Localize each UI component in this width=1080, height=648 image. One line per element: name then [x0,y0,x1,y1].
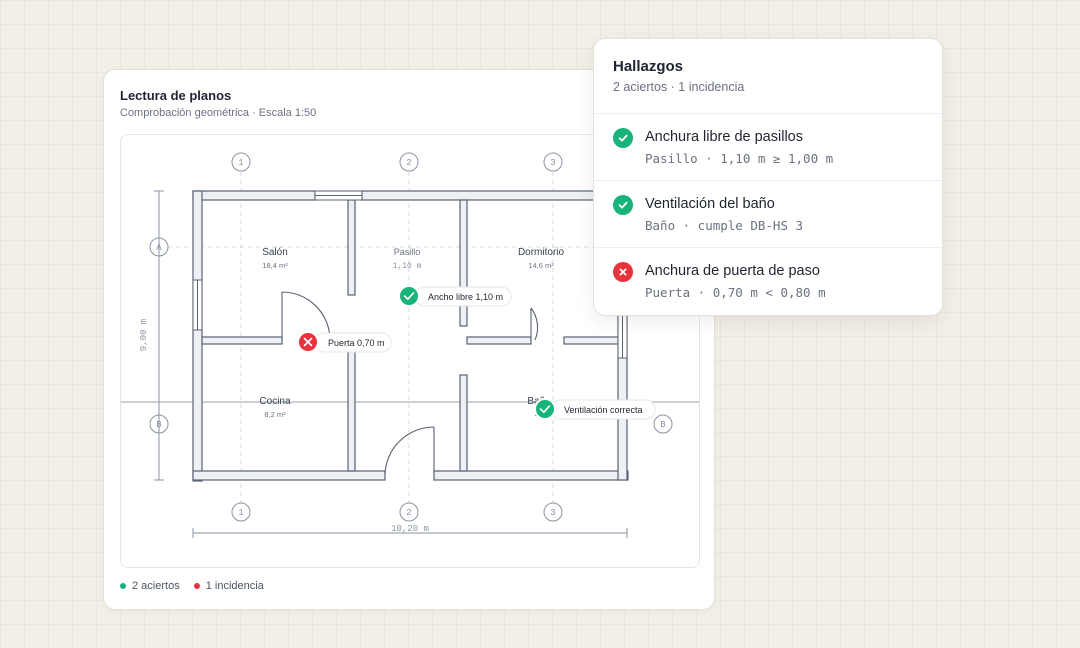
windows [192,190,628,359]
grid-label-1-bottom: 1 [238,508,243,518]
room-name-cocina: Cocina [259,396,291,407]
finding-label: Ventilación del baño [645,196,775,212]
room-area-cocina: 8,2 m² [264,410,286,419]
width-dimension-label: 10,20 m [391,524,429,534]
findings-subtitle: 2 aciertos · 1 incidencia [613,80,745,94]
finding-item-pasillos[interactable]: Anchura libre de pasillos Pasillo · 1,10… [594,113,942,180]
finding-detail: Baño · cumple DB-HS 3 [645,218,804,233]
finding-label: Anchura libre de pasillos [645,129,803,145]
grid-label-1-top: 1 [238,158,243,168]
finding-detail: Puerta · 0,70 m < 0,80 m [645,285,826,300]
grid-label-3-top: 3 [550,158,555,168]
check-icon [534,398,556,420]
check-circle-icon [613,195,633,215]
finding-item-ventilacion[interactable]: Ventilación del baño Baño · cumple DB-HS… [594,180,942,247]
check-icon [398,285,420,307]
grid-label-3-bottom: 3 [550,508,555,518]
room-area-dormitorio: 14,6 m² [528,261,554,270]
door-swings [281,291,539,476]
legend-item-incidencia: 1 incidencia [193,580,264,592]
grid-label-2-top: 2 [406,158,411,168]
plan-card-title: Lectura de planos [120,88,232,103]
plan-legend: 2 aciertos 1 incidencia [120,580,264,592]
plan-card-subtitle: Comprobación geométrica · Escala 1:50 [120,107,317,119]
room-name-dormitorio: Dormitorio [518,247,565,258]
findings-title: Hallazgos [613,58,684,75]
grid-label-B-right: B [660,420,666,430]
legend-item-aciertos: 2 aciertos [120,580,180,592]
red-dot-icon [193,583,200,589]
finding-item-puerta[interactable]: Anchura de puerta de paso Puerta · 0,70 … [594,247,942,314]
check-circle-icon [613,128,633,148]
marker-ventilacion[interactable]: Ventilación correcta [534,398,656,420]
marker-ancho-libre[interactable]: Ancho libre 1,10 m [398,285,512,307]
walls [192,190,629,482]
room-name-salon: Salón [262,247,288,258]
grid-label-2-bottom: 2 [406,508,411,518]
marker-puerta[interactable]: Puerta 0,70 m [297,331,392,353]
finding-detail: Pasillo · 1,10 m ≥ 1,00 m [645,151,834,166]
legend-label-aciertos: 2 aciertos [132,580,180,592]
cross-circle-icon [613,262,633,282]
height-dimension-label: 9,00 m [139,319,149,351]
room-name-pasillo: Pasillo [394,247,421,257]
legend-label-incidencia: 1 incidencia [205,580,264,592]
room-area-salon: 18,4 m² [262,261,288,270]
marker-ventilacion-label: Ventilación correcta [564,405,643,415]
finding-label: Anchura de puerta de paso [645,263,820,279]
marker-ancho-libre-label: Ancho libre 1,10 m [428,292,503,302]
findings-panel: Hallazgos 2 aciertos · 1 incidencia Anch… [593,38,943,316]
green-dot-icon [120,583,126,589]
marker-puerta-label: Puerta 0,70 m [328,338,385,348]
room-area-pasillo: 1,10 m [393,262,422,271]
